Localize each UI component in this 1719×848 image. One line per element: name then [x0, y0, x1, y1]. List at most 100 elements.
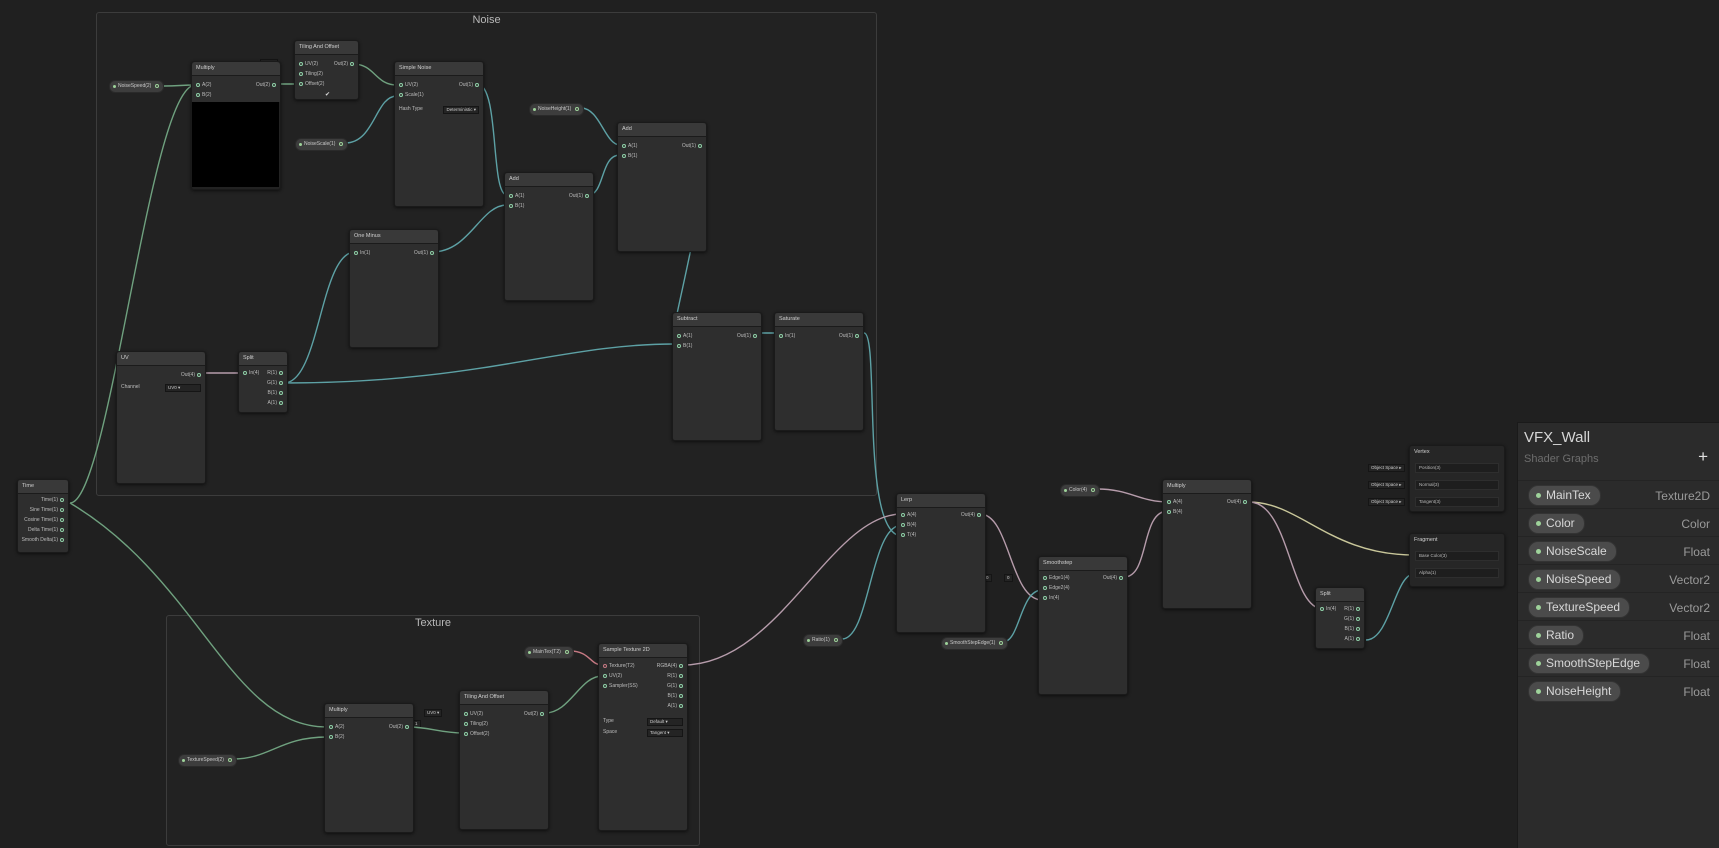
port-noise-uv[interactable]: UV(2): [397, 82, 418, 89]
port-sample-sampler[interactable]: Sampler(SS): [601, 683, 638, 690]
port-sub-out[interactable]: Out(1): [737, 333, 759, 340]
property-noiseheight[interactable]: NoiseHeight: [1528, 681, 1622, 702]
property-maintex[interactable]: MainTex: [1528, 485, 1601, 506]
port-tiling-uv[interactable]: UV(2): [297, 61, 318, 68]
node-smoothstep[interactable]: Smoothstep Edge1(4) Edge2(4) In(4) Out(4…: [1038, 556, 1128, 695]
prop-texture-speed[interactable]: TextureSpeed(2): [178, 754, 237, 767]
port-oneminus-in[interactable]: In(1): [352, 250, 370, 257]
property-ratio[interactable]: Ratio: [1528, 625, 1585, 646]
port-sample-b[interactable]: B(1): [668, 693, 685, 700]
port-add2-out[interactable]: Out(1): [682, 143, 704, 150]
vertex-space-tangent[interactable]: Object Space ▸: [1368, 498, 1405, 506]
fragment-alpha[interactable]: Alpha(1): [1415, 568, 1499, 578]
property-smoothstepedge[interactable]: SmoothStepEdge: [1528, 653, 1651, 674]
port-lerp-b[interactable]: B(4): [899, 522, 916, 529]
tiling-tex-uv-dropdown[interactable]: UV0 ▾: [424, 709, 443, 717]
port-multex-a[interactable]: A(2): [327, 724, 344, 731]
prop-noise-speed[interactable]: NoiseSpeed(2): [109, 80, 165, 93]
port-multiply-b[interactable]: B(2): [194, 92, 211, 99]
vertex-space-position[interactable]: Object Space ▸: [1368, 464, 1405, 472]
node-tiling-noise[interactable]: Tiling And Offset UV(2) Tiling(2) Offset…: [294, 40, 359, 100]
port-mulfinal-b[interactable]: B(4): [1165, 509, 1182, 516]
node-simple-noise[interactable]: Simple Noise UV(2) Scale(1) Out(1) Hash …: [394, 61, 484, 207]
port-sample-rgba[interactable]: RGBA(4): [657, 663, 685, 670]
block-vertex[interactable]: Vertex Position(3) Normal(3) Tangent(3): [1409, 445, 1505, 512]
port-cosine-time[interactable]: Cosine Time(1): [24, 517, 66, 524]
node-split-2[interactable]: Split In(4) R(1) G(1) B(1) A(1): [1315, 587, 1365, 649]
port-sub-b[interactable]: B(1): [675, 343, 692, 350]
blackboard-row[interactable]: NoiseSpeed Vector2: [1518, 564, 1719, 593]
port-split1-r[interactable]: R(1): [267, 370, 285, 377]
port-sample-a[interactable]: A(1): [668, 703, 685, 710]
port-lerp-out[interactable]: Out(4): [961, 512, 983, 519]
port-tiling-out[interactable]: Out(2): [334, 61, 356, 68]
port-tiling-offset[interactable]: Offset(2): [297, 81, 324, 88]
port-oneminus-out[interactable]: Out(1): [414, 250, 436, 257]
port-lerp-t[interactable]: T(4): [899, 532, 916, 539]
blackboard-panel[interactable]: VFX_Wall Shader Graphs + MainTex Texture…: [1517, 422, 1719, 848]
node-add-1[interactable]: Add A(1) B(1) Out(1): [504, 172, 594, 301]
blackboard-row[interactable]: SmoothStepEdge Float: [1518, 648, 1719, 677]
port-multex-out[interactable]: Out(2): [389, 724, 411, 731]
prop-ratio[interactable]: Ratio(1): [803, 634, 843, 647]
port-smooth-delta[interactable]: Smooth Delta(1): [22, 537, 66, 544]
node-tiling-tex[interactable]: Tiling And Offset UV(2) Tiling(2) Offset…: [459, 690, 549, 830]
port-add2-b[interactable]: B(1): [620, 153, 637, 160]
prop-noise-scale[interactable]: NoiseScale(1): [295, 138, 349, 151]
vertex-space-normal[interactable]: Object Space ▸: [1368, 481, 1405, 489]
port-delta-time[interactable]: Delta Time(1): [28, 527, 66, 534]
port-mulfinal-out[interactable]: Out(4): [1227, 499, 1249, 506]
port-mulfinal-a[interactable]: A(4): [1165, 499, 1182, 506]
port-sub-a[interactable]: A(1): [675, 333, 692, 340]
property-noisespeed[interactable]: NoiseSpeed: [1528, 569, 1622, 590]
blackboard-row[interactable]: NoiseScale Float: [1518, 536, 1719, 565]
node-subtract[interactable]: Subtract A(1) B(1) Out(1): [672, 312, 762, 441]
add-property-button[interactable]: +: [1698, 447, 1708, 467]
prop-noise-height[interactable]: NoiseHeight(1): [529, 103, 585, 116]
port-split1-a[interactable]: A(1): [268, 400, 285, 407]
port-lerp-a[interactable]: A(4): [899, 512, 916, 519]
port-noise-out[interactable]: Out(1): [459, 82, 481, 89]
port-tiling-tiling[interactable]: Tiling(2): [297, 71, 323, 78]
port-add1-out[interactable]: Out(1): [569, 193, 591, 200]
sample-space-dropdown[interactable]: Tangent ▾: [647, 729, 683, 737]
port-split1-b[interactable]: B(1): [268, 390, 285, 397]
node-time[interactable]: Time Time(1) Sine Time(1) Cosine Time(1)…: [17, 479, 69, 553]
blackboard-row[interactable]: Color Color: [1518, 508, 1719, 537]
blackboard-row[interactable]: NoiseHeight Float: [1518, 676, 1719, 705]
port-smooth-edge2[interactable]: Edge2(4): [1041, 585, 1070, 592]
port-split1-g[interactable]: G(1): [267, 380, 285, 387]
port-sample-uv[interactable]: UV(2): [601, 673, 622, 680]
port-sample-texture[interactable]: Texture(T2): [601, 663, 635, 670]
port-tilingtex-offset[interactable]: Offset(2): [462, 731, 489, 738]
property-noisescale[interactable]: NoiseScale: [1528, 541, 1617, 562]
node-multiply-tex[interactable]: Multiply A(2) B(2) Out(2): [324, 703, 414, 833]
blackboard-row[interactable]: Ratio Float: [1518, 620, 1719, 649]
blackboard-row[interactable]: MainTex Texture2D: [1518, 480, 1719, 509]
port-multiply-out[interactable]: Out(2): [256, 82, 278, 89]
port-tilingtex-tiling[interactable]: Tiling(2): [462, 721, 488, 728]
prop-smoothstep-edge[interactable]: SmoothStepEdge(1): [941, 637, 1009, 650]
sample-type-dropdown[interactable]: Default ▾: [647, 718, 683, 726]
port-time[interactable]: Time(1): [41, 497, 66, 504]
port-tilingtex-uv[interactable]: UV(2): [462, 711, 483, 718]
node-split-1[interactable]: Split In(4) R(1) G(1) B(1) A(1): [238, 351, 288, 413]
hash-type-dropdown[interactable]: Deterministic ▾: [443, 106, 479, 114]
property-color[interactable]: Color: [1528, 513, 1585, 534]
node-multiply-final[interactable]: Multiply A(4) B(4) Out(4): [1162, 479, 1252, 609]
property-texturespeed[interactable]: TextureSpeed: [1528, 597, 1631, 618]
port-noise-scale[interactable]: Scale(1): [397, 92, 424, 99]
port-split2-r[interactable]: R(1): [1344, 606, 1362, 613]
port-sine-time[interactable]: Sine Time(1): [30, 507, 66, 514]
blackboard-row[interactable]: TextureSpeed Vector2: [1518, 592, 1719, 621]
port-split2-a[interactable]: A(1): [1345, 636, 1362, 643]
vertex-position[interactable]: Position(3): [1415, 463, 1499, 473]
block-fragment[interactable]: Fragment Base Color(3) Alpha(1): [1409, 533, 1505, 587]
port-uv-out[interactable]: Out(4): [181, 372, 203, 379]
port-smooth-in[interactable]: In(4): [1041, 595, 1059, 602]
port-split1-in[interactable]: In(4): [241, 370, 259, 377]
port-multex-b[interactable]: B(2): [327, 734, 344, 741]
node-lerp[interactable]: Lerp A(4) B(4) T(4) Out(4): [896, 493, 986, 633]
vertex-tangent[interactable]: Tangent(3): [1415, 497, 1499, 507]
port-split2-b[interactable]: B(1): [1345, 626, 1362, 633]
